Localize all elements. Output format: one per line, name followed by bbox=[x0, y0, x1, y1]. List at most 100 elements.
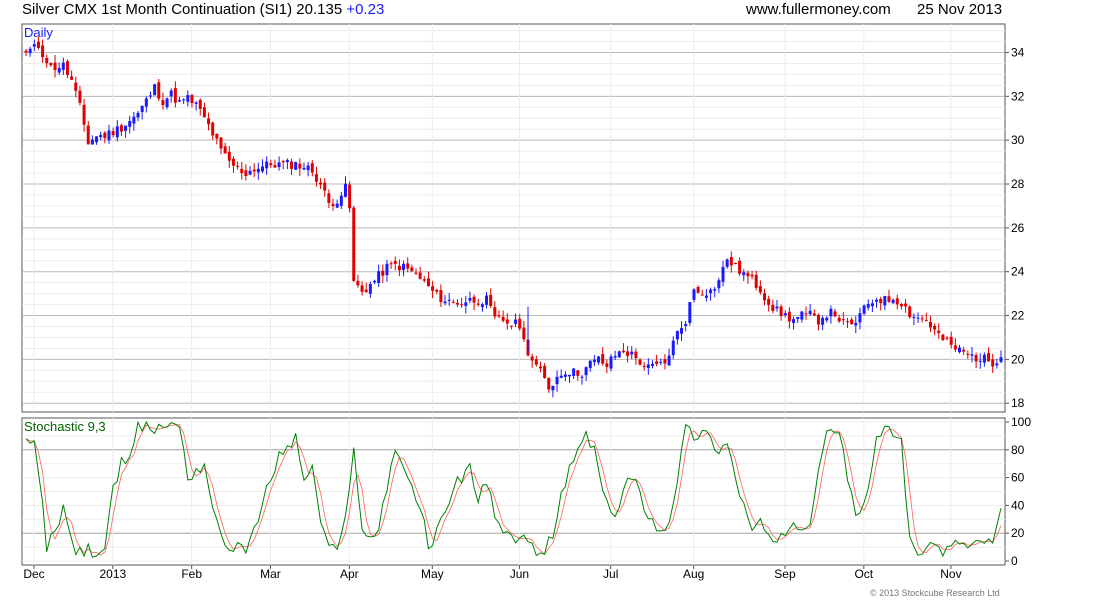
candle-body bbox=[754, 274, 758, 288]
candle-body bbox=[800, 311, 804, 320]
candle-body bbox=[999, 357, 1003, 362]
candle-body bbox=[215, 133, 219, 139]
candle-body bbox=[509, 325, 513, 327]
candle-body bbox=[306, 165, 310, 171]
candle-body bbox=[57, 68, 61, 73]
candle-body bbox=[443, 301, 447, 304]
candle-body bbox=[269, 163, 273, 166]
candle-body bbox=[688, 302, 692, 323]
candle-body bbox=[783, 313, 787, 316]
price-panel bbox=[21, 23, 1006, 413]
candle-body bbox=[721, 266, 725, 282]
candle-body bbox=[323, 182, 327, 191]
candle-body bbox=[870, 303, 874, 307]
candle-body bbox=[725, 259, 729, 267]
x-axis-label: Jun bbox=[510, 567, 529, 581]
candle-body bbox=[505, 319, 509, 324]
price-axis-label: 22 bbox=[1011, 309, 1025, 323]
candle-body bbox=[738, 260, 742, 274]
candle-body bbox=[173, 88, 177, 103]
candle-body bbox=[489, 294, 493, 306]
stoch-axis-label: 20 bbox=[1011, 526, 1025, 540]
price-axis-label: 30 bbox=[1011, 133, 1025, 147]
candle-body bbox=[169, 90, 173, 97]
x-axis-label: Jul bbox=[603, 567, 618, 581]
candle-body bbox=[987, 352, 991, 362]
candle-body bbox=[584, 367, 588, 376]
candle-body bbox=[858, 313, 862, 323]
price-axis-label: 28 bbox=[1011, 177, 1025, 191]
candle-body bbox=[920, 318, 924, 320]
candle-body bbox=[580, 376, 584, 378]
candle-body bbox=[875, 299, 879, 302]
candle-body bbox=[821, 317, 825, 325]
candle-body bbox=[879, 298, 883, 304]
candle-body bbox=[231, 158, 235, 166]
candle-body bbox=[252, 169, 256, 172]
candle-body bbox=[190, 94, 194, 104]
candle-body bbox=[829, 308, 833, 317]
candle-body bbox=[700, 294, 704, 296]
chart-canvas: 18 20 22 24 26 28 30 32 34 0 20 40 60 80 100 Dec 2013 Feb… bbox=[21, 23, 1031, 581]
candle-body bbox=[729, 257, 733, 266]
candle-body bbox=[65, 61, 69, 75]
candle-body bbox=[281, 161, 285, 163]
candle-body bbox=[331, 203, 335, 207]
candle-body bbox=[833, 311, 837, 317]
candle-body bbox=[646, 364, 650, 369]
candle-body bbox=[825, 317, 829, 321]
candle-body bbox=[659, 361, 663, 363]
candle-body bbox=[148, 95, 152, 97]
candle-body bbox=[285, 160, 289, 163]
candle-body bbox=[223, 146, 227, 154]
x-axis-label: Dec bbox=[23, 567, 44, 581]
candle-body bbox=[410, 267, 414, 272]
candle-body bbox=[426, 278, 430, 287]
candle-body bbox=[70, 76, 74, 80]
candle-body bbox=[464, 302, 468, 306]
candle-body bbox=[530, 356, 534, 361]
candle-body bbox=[455, 302, 459, 305]
candle-body bbox=[45, 57, 49, 64]
candle-body bbox=[343, 183, 347, 197]
candle-body bbox=[887, 296, 891, 302]
candle-body bbox=[758, 286, 762, 293]
candle-body bbox=[78, 90, 82, 103]
candle-body bbox=[393, 260, 397, 264]
candle-body bbox=[236, 165, 240, 167]
candle-body bbox=[124, 125, 128, 131]
candle-body bbox=[779, 306, 783, 316]
candle-body bbox=[319, 182, 323, 185]
candle-body bbox=[431, 286, 435, 291]
x-axis-label: Sep bbox=[774, 567, 796, 581]
candle-body bbox=[750, 274, 754, 277]
stoch-axis-label: 100 bbox=[1011, 415, 1031, 429]
candle-body bbox=[862, 305, 866, 314]
candle-body bbox=[816, 314, 820, 325]
candle-body bbox=[381, 270, 385, 276]
stoch-axis-label: 80 bbox=[1011, 443, 1025, 457]
candle-body bbox=[74, 82, 78, 91]
candle-body bbox=[422, 279, 426, 281]
candle-body bbox=[406, 263, 410, 269]
candle-body bbox=[435, 290, 439, 292]
candle-body bbox=[356, 280, 360, 286]
candle-body bbox=[891, 299, 895, 304]
candle-body bbox=[273, 165, 277, 168]
candle-body bbox=[240, 168, 244, 174]
candle-body bbox=[207, 118, 211, 125]
price-axis-label: 32 bbox=[1011, 89, 1025, 103]
candle-body bbox=[543, 365, 547, 378]
candle-body bbox=[501, 316, 505, 321]
candle-body bbox=[277, 162, 281, 168]
candle-body bbox=[916, 317, 920, 319]
candle-body bbox=[194, 102, 198, 104]
candle-body bbox=[684, 324, 688, 326]
price-panel-label: Daily bbox=[24, 25, 53, 40]
candle-body bbox=[634, 351, 638, 359]
candle-body bbox=[958, 347, 962, 353]
candle-body bbox=[949, 336, 953, 345]
candle-body bbox=[787, 311, 791, 322]
candle-body bbox=[377, 271, 381, 283]
candle-body bbox=[364, 289, 368, 293]
